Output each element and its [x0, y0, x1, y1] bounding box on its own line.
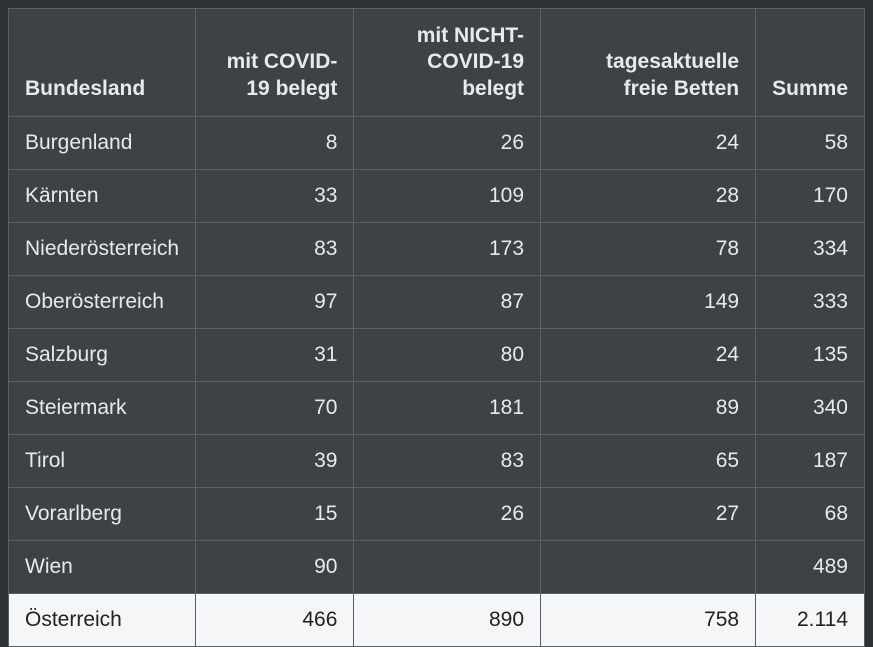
table-row: Tirol 39 83 65 187	[9, 434, 865, 487]
cell-free: 24	[541, 116, 756, 169]
header-free: tagesaktuelle freie Betten	[541, 9, 756, 117]
cell-sum: 135	[756, 328, 865, 381]
cell-noncovid: 181	[354, 381, 541, 434]
cell-free: 78	[541, 222, 756, 275]
cell-sum: 333	[756, 275, 865, 328]
cell-covid: 83	[196, 222, 354, 275]
table-row: Vorarlberg 15 26 27 68	[9, 487, 865, 540]
cell-name: Vorarlberg	[9, 487, 196, 540]
cell-name: Salzburg	[9, 328, 196, 381]
table-row: Niederösterreich 83 173 78 334	[9, 222, 865, 275]
table-row: Burgenland 8 26 24 58	[9, 116, 865, 169]
cell-free: 28	[541, 169, 756, 222]
header-row: Bundesland mit COVID-19 belegt mit NICHT…	[9, 9, 865, 117]
cell-noncovid: 26	[354, 487, 541, 540]
cell-sum: 58	[756, 116, 865, 169]
cell-sum: 340	[756, 381, 865, 434]
cell-sum: 334	[756, 222, 865, 275]
cell-free: 24	[541, 328, 756, 381]
cell-name: Österreich	[9, 593, 196, 646]
cell-noncovid: 109	[354, 169, 541, 222]
cell-covid: 90	[196, 540, 354, 593]
cell-name: Steiermark	[9, 381, 196, 434]
table-row: Oberösterreich 97 87 149 333	[9, 275, 865, 328]
cell-noncovid: 83	[354, 434, 541, 487]
cell-sum: 187	[756, 434, 865, 487]
cell-name: Wien	[9, 540, 196, 593]
header-sum: Summe	[756, 9, 865, 117]
table-row: Salzburg 31 80 24 135	[9, 328, 865, 381]
table-row: Wien 90 489	[9, 540, 865, 593]
cell-noncovid	[354, 540, 541, 593]
cell-free: 149	[541, 275, 756, 328]
cell-covid: 8	[196, 116, 354, 169]
cell-name: Niederösterreich	[9, 222, 196, 275]
cell-free	[541, 540, 756, 593]
cell-covid: 70	[196, 381, 354, 434]
cell-covid: 31	[196, 328, 354, 381]
cell-name: Tirol	[9, 434, 196, 487]
cell-covid: 97	[196, 275, 354, 328]
cell-noncovid: 173	[354, 222, 541, 275]
cell-free: 65	[541, 434, 756, 487]
cell-name: Burgenland	[9, 116, 196, 169]
cell-sum: 68	[756, 487, 865, 540]
cell-noncovid: 26	[354, 116, 541, 169]
total-row: Österreich 466 890 758 2.114	[9, 593, 865, 646]
header-bundesland: Bundesland	[9, 9, 196, 117]
beds-table: Bundesland mit COVID-19 belegt mit NICHT…	[8, 8, 865, 647]
cell-name: Oberösterreich	[9, 275, 196, 328]
header-noncovid: mit NICHT-COVID-19 belegt	[354, 9, 541, 117]
cell-sum: 489	[756, 540, 865, 593]
cell-sum: 170	[756, 169, 865, 222]
cell-free: 89	[541, 381, 756, 434]
cell-sum: 2.114	[756, 593, 865, 646]
cell-covid: 15	[196, 487, 354, 540]
header-covid: mit COVID-19 belegt	[196, 9, 354, 117]
cell-name: Kärnten	[9, 169, 196, 222]
cell-noncovid: 80	[354, 328, 541, 381]
cell-covid: 466	[196, 593, 354, 646]
cell-free: 758	[541, 593, 756, 646]
cell-noncovid: 87	[354, 275, 541, 328]
cell-covid: 33	[196, 169, 354, 222]
table-row: Kärnten 33 109 28 170	[9, 169, 865, 222]
cell-free: 27	[541, 487, 756, 540]
table-row: Steiermark 70 181 89 340	[9, 381, 865, 434]
cell-covid: 39	[196, 434, 354, 487]
cell-noncovid: 890	[354, 593, 541, 646]
